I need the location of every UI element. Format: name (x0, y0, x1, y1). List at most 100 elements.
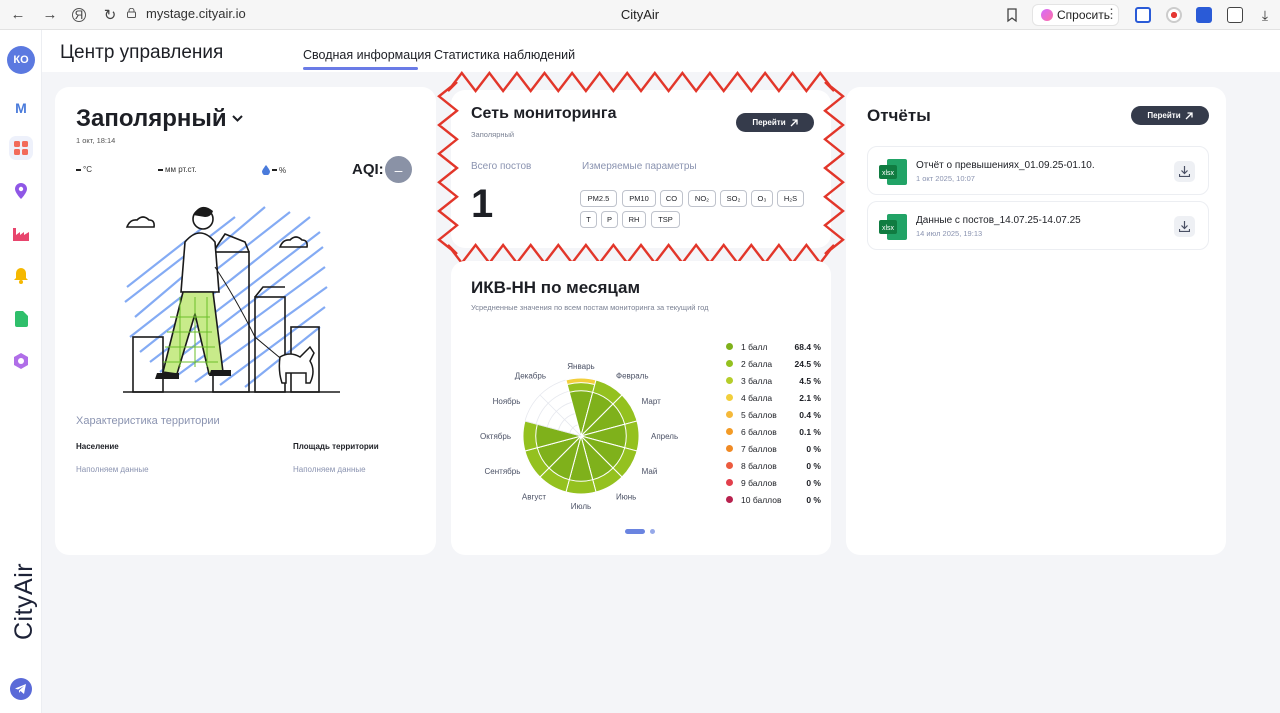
network-go-button[interactable]: Перейти (736, 113, 814, 132)
tab-statistics[interactable]: Статистика наблюдений (434, 48, 575, 62)
bookmarks-panel-icon[interactable] (1227, 7, 1243, 23)
bookmark-icon[interactable] (1005, 7, 1019, 23)
reports-title: Отчёты (867, 106, 931, 125)
pressure-dash (158, 168, 163, 171)
param-chip[interactable]: O₃ (751, 190, 773, 207)
address-bar[interactable]: mystage.cityair.io (146, 6, 246, 21)
ikv-subtitle: Усредненные значения по всем постам мони… (471, 303, 709, 312)
temperature-dash (76, 168, 81, 171)
reports-card: Отчёты Перейти xlsx Отчёт о превышениях_… (846, 87, 1226, 555)
bell-icon[interactable] (9, 264, 33, 288)
legend-item: 7 баллов 0 % (726, 441, 821, 456)
downloads-icon[interactable]: ⤓ (1257, 7, 1273, 23)
lock-icon (127, 8, 136, 18)
forward-icon[interactable]: → (40, 5, 60, 25)
param-chip[interactable]: P (601, 211, 618, 228)
extension-icon[interactable] (1135, 7, 1151, 23)
avatar[interactable]: КО (7, 46, 35, 74)
location-datetime: 1 окт, 18:14 (76, 136, 116, 145)
month-label: Сентябрь (485, 467, 521, 476)
alice-icon (1041, 9, 1053, 21)
month-label: Ноябрь (493, 397, 521, 406)
tab-summary[interactable]: Сводная информация (303, 48, 431, 62)
pager-dot[interactable] (650, 529, 655, 534)
month-label: Март (642, 397, 661, 406)
carousel-pager (625, 529, 655, 534)
xlsx-file-icon: xlsx (879, 214, 907, 240)
legend-value: 0 % (806, 494, 821, 505)
legend-dot (726, 445, 733, 452)
yandex-icon[interactable]: Я (72, 7, 86, 22)
pressure-unit: мм рт.ст. (165, 165, 197, 174)
pager-dot-active[interactable] (625, 529, 645, 534)
territory-title: Характеристика территории (76, 415, 220, 427)
legend-value: 0.1 % (799, 426, 821, 437)
posts-label: Всего постов (471, 161, 532, 172)
hexagon-icon[interactable] (9, 349, 33, 373)
humidity-unit: % (279, 165, 287, 175)
pressure-metric: мм рт.ст. (158, 165, 197, 174)
back-icon[interactable]: ← (8, 5, 28, 25)
report-name: Данные с постов_14.07.25-14.07.25 (916, 215, 1081, 226)
legend-value: 0 % (806, 460, 821, 471)
legend-value: 0 % (806, 443, 821, 454)
ikv-polar-chart: Январь Февраль Март Апрель Май Июнь Июль Август… (480, 362, 678, 511)
droplet-icon (262, 165, 270, 175)
legend-dot (726, 360, 733, 367)
param-chip[interactable]: PM2.5 (580, 190, 617, 207)
reports-go-button[interactable]: Перейти (1131, 106, 1209, 125)
aqi-badge[interactable]: – (385, 156, 412, 183)
m-logo-icon[interactable]: M (9, 96, 33, 120)
legend-dot (726, 479, 733, 486)
param-chip[interactable]: RH (622, 211, 646, 228)
legend-label: 4 балла (741, 392, 773, 403)
report-item[interactable]: xlsx Отчёт о превышениях_01.09.25-01.10.… (867, 146, 1209, 195)
document-icon[interactable] (9, 307, 33, 331)
month-label: Июль (571, 502, 591, 511)
legend-item: 3 балла 4.5 % (726, 373, 821, 388)
posts-count: 1 (471, 182, 494, 226)
download-icon (1179, 221, 1190, 232)
humidity-dash (272, 169, 277, 171)
report-date: 1 окт 2025, 10:07 (916, 174, 975, 183)
month-label: Январь (567, 362, 594, 371)
xlsx-file-icon: xlsx (879, 159, 907, 185)
legend-label: 6 баллов (741, 426, 777, 437)
reload-icon[interactable]: ↻ (100, 5, 120, 25)
param-chip[interactable]: SO₂ (720, 190, 747, 207)
city-name[interactable]: Заполярный (76, 105, 227, 133)
chevron-down-icon[interactable] (232, 115, 243, 122)
arrow-up-right-icon (1185, 111, 1193, 119)
legend-dot (726, 343, 733, 350)
month-label: Февраль (616, 371, 649, 380)
param-chip[interactable]: H₂S (777, 190, 804, 207)
param-chip[interactable]: T (580, 211, 597, 228)
month-label: Апрель (651, 432, 678, 441)
param-chip[interactable]: PM10 (622, 190, 656, 207)
top-header: Центр управления Сводная информация Стат… (42, 30, 1280, 72)
record-icon[interactable] (1166, 7, 1182, 23)
month-label: Август (522, 493, 546, 502)
cityair-logo: CityAir (8, 552, 38, 642)
telegram-icon[interactable] (10, 678, 32, 700)
legend-value: 0.4 % (799, 409, 821, 420)
param-chip[interactable]: NO₂ (688, 190, 716, 207)
legend-value: 68.4 % (794, 341, 821, 352)
legend-dot (726, 411, 733, 418)
dashboard-icon[interactable] (9, 136, 33, 160)
legend-label: 9 баллов (741, 477, 777, 488)
param-chip[interactable]: TSP (651, 211, 680, 228)
download-button[interactable] (1174, 161, 1195, 182)
report-item[interactable]: xlsx Данные с постов_14.07.25-14.07.25 1… (867, 201, 1209, 250)
ikv-title: ИКВ-НН по месяцам (471, 278, 641, 297)
download-button[interactable] (1174, 216, 1195, 237)
param-chip[interactable]: CO (660, 190, 683, 207)
legend-dot (726, 496, 733, 503)
download-manager-icon[interactable] (1196, 7, 1212, 23)
map-pin-icon[interactable] (9, 179, 33, 203)
factory-icon[interactable] (9, 222, 33, 246)
legend-item: 6 баллов 0.1 % (726, 424, 821, 439)
legend-item: 2 балла 24.5 % (726, 356, 821, 371)
legend-value: 4.5 % (799, 375, 821, 386)
more-menu-icon[interactable]: ⋮ (1105, 6, 1118, 22)
